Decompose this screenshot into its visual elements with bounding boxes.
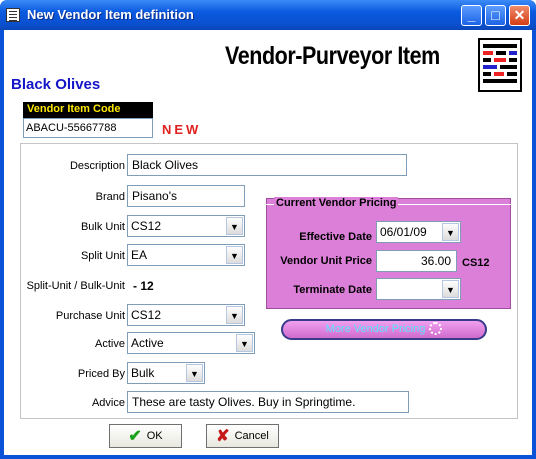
advice-input[interactable]: These are tasty Olives. Buy in Springtim… (127, 391, 409, 413)
ok-button[interactable]: ✔ OK (109, 424, 182, 448)
split-unit-value: EA (131, 248, 148, 262)
chevron-down-icon[interactable]: ▼ (226, 246, 243, 264)
active-label: Active (95, 338, 125, 350)
chevron-down-icon[interactable]: ▼ (442, 280, 459, 298)
window-title: New Vendor Item definition (27, 7, 194, 22)
minimize-button[interactable]: _ (461, 5, 482, 26)
purchase-unit-label: Purchase Unit (55, 310, 125, 322)
description-input[interactable]: Black Olives (127, 154, 407, 176)
new-badge: NEW (162, 122, 202, 137)
dialog-body: Vendor-Purveyor Item Black Olives Vendor… (4, 30, 532, 455)
chevron-down-icon[interactable]: ▼ (186, 364, 203, 382)
unit-price-unit: CS12 (462, 257, 490, 269)
priced-by-value: Bulk (131, 366, 155, 380)
vendor-item-code-label: Vendor Item Code (23, 102, 153, 118)
terminate-date-select[interactable]: ▼ (376, 278, 461, 300)
terminate-date-label: Terminate Date (293, 284, 372, 296)
item-name: Black Olives (11, 76, 101, 93)
priced-by-select[interactable]: Bulk ▼ (127, 362, 205, 384)
chevron-down-icon[interactable]: ▼ (226, 306, 243, 324)
more-vendor-pricing-button[interactable]: More Vendor Pricing (281, 319, 487, 340)
cancel-label: Cancel (234, 430, 269, 442)
purchase-unit-select[interactable]: CS12 ▼ (127, 304, 245, 326)
chevron-down-icon[interactable]: ▼ (236, 334, 253, 352)
bulk-unit-value: CS12 (131, 219, 162, 233)
more-vendor-pricing-label: More Vendor Pricing (325, 323, 426, 335)
effective-date-select[interactable]: 06/01/09 ▼ (376, 221, 461, 243)
split-unit-label: Split Unit (80, 250, 125, 262)
gear-icon (429, 322, 443, 335)
unit-price-label: Vendor Unit Price (280, 255, 372, 267)
check-icon: ✔ (128, 428, 142, 445)
maximize-button[interactable]: □ (485, 5, 506, 26)
cancel-button[interactable]: ✘ Cancel (206, 424, 279, 448)
active-select[interactable]: Active ▼ (127, 332, 255, 354)
vendor-grid-logo-icon (478, 38, 522, 92)
vendor-item-code-input[interactable]: ABACU-55667788 (23, 118, 153, 138)
window: New Vendor Item definition _ □ ✕ Vendor-… (0, 0, 536, 459)
priced-by-label: Priced By (77, 368, 125, 380)
ok-label: OK (146, 430, 163, 442)
description-label: Description (69, 160, 125, 172)
split-unit-select[interactable]: EA ▼ (127, 244, 245, 266)
active-value: Active (131, 336, 164, 350)
x-icon: ✘ (216, 428, 230, 445)
chevron-down-icon[interactable]: ▼ (442, 223, 459, 241)
unit-price-input[interactable]: 36.00 (376, 250, 457, 272)
ratio-number: 12 (140, 279, 154, 293)
form-icon (6, 8, 20, 22)
advice-label: Advice (91, 397, 125, 409)
effective-date-value: 06/01/09 (380, 225, 427, 239)
brand-input[interactable]: Pisano's (127, 185, 245, 207)
header-title: Vendor-Purveyor Item (225, 42, 440, 70)
chevron-down-icon[interactable]: ▼ (226, 217, 243, 235)
ratio-label: Split-Unit / Bulk-Unit (26, 280, 125, 292)
pricing-title: Current Vendor Pricing (274, 197, 399, 209)
bulk-unit-label: Bulk Unit (80, 221, 125, 233)
bulk-unit-select[interactable]: CS12 ▼ (127, 215, 245, 237)
title-bar[interactable]: New Vendor Item definition _ □ ✕ (0, 0, 536, 30)
purchase-unit-value: CS12 (131, 308, 162, 322)
effective-date-label: Effective Date (299, 231, 372, 243)
close-button[interactable]: ✕ (509, 5, 530, 26)
ratio-value: - 12 (133, 279, 154, 293)
brand-label: Brand (95, 191, 125, 203)
